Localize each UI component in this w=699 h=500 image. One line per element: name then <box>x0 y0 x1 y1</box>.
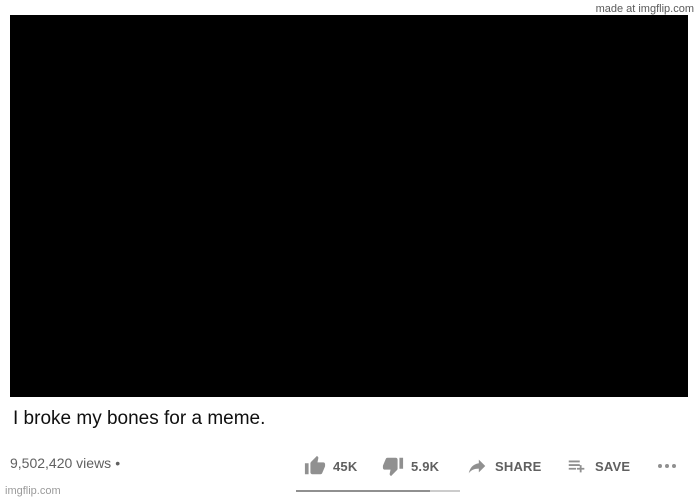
thumb-down-icon <box>381 454 405 478</box>
imgflip-watermark-top: made at imgflip.com <box>595 3 694 15</box>
playlist-add-icon <box>565 454 589 478</box>
save-label: SAVE <box>595 458 631 474</box>
share-arrow-icon <box>465 454 489 478</box>
more-options-icon <box>655 454 679 478</box>
dislike-count: 5.9K <box>411 458 440 474</box>
like-button[interactable]: 45K <box>303 454 357 478</box>
action-bar: 45K 5.9K SHARE SAVE <box>0 454 699 478</box>
like-count: 45K <box>333 458 358 474</box>
video-title: I broke my bones for a meme. <box>13 408 266 429</box>
more-options-button[interactable] <box>655 454 679 478</box>
dislike-button[interactable]: 5.9K <box>381 454 439 478</box>
thumb-up-icon <box>303 454 327 478</box>
like-ratio-fill <box>296 490 431 492</box>
imgflip-watermark-bottom: imgflip.com <box>5 485 61 497</box>
share-button[interactable]: SHARE <box>465 454 542 478</box>
like-dislike-ratio-bar <box>296 490 460 492</box>
save-button[interactable]: SAVE <box>565 454 630 478</box>
video-player[interactable] <box>10 15 688 397</box>
share-label: SHARE <box>495 458 542 474</box>
